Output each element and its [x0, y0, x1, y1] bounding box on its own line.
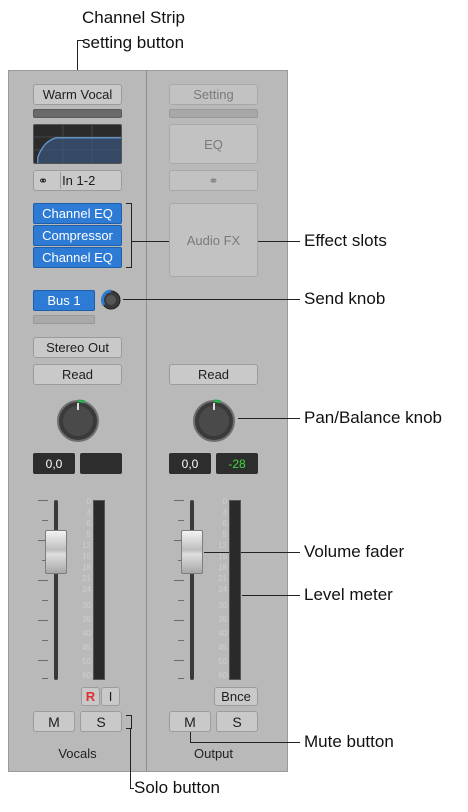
leader-line [190, 742, 300, 743]
output-volume-value[interactable]: 0,0 [169, 453, 211, 474]
volume-fader-track[interactable] [54, 500, 58, 680]
fader-scale-ticks [38, 500, 54, 680]
leader-line [242, 595, 300, 596]
effect-slot-3[interactable]: Channel EQ [33, 247, 122, 268]
leader-line [238, 418, 300, 419]
leader-line [77, 40, 83, 41]
fader-scale-ticks [174, 500, 190, 680]
callout-send-knob: Send knob [304, 289, 386, 308]
callout-pan-balance-knob: Pan/Balance knob [304, 408, 442, 427]
volume-value[interactable]: 0,0 [33, 453, 75, 474]
callout-effect-slots: Effect slots [304, 231, 387, 250]
knob-icon [100, 289, 121, 310]
output-level-meter [229, 500, 241, 680]
output-mute-button[interactable]: M [169, 711, 211, 732]
peak-value [80, 453, 122, 474]
output-gain-meter [169, 109, 258, 118]
effect-slots-bracket [126, 203, 132, 268]
eq-curve-icon [34, 125, 121, 163]
mute-button[interactable]: M [33, 711, 75, 732]
strip-divider [146, 70, 147, 772]
input-monitoring-button[interactable]: I [101, 687, 120, 706]
callout-solo-button: Solo button [134, 778, 221, 797]
input-label: In 1-2 [62, 173, 96, 188]
track-name[interactable]: Vocals [33, 746, 122, 761]
callout-channel-strip-setting-line2: setting button [82, 33, 185, 52]
link-icon: ⚭ [38, 173, 49, 188]
send-empty-slot[interactable] [33, 315, 95, 324]
pan-knob[interactable] [55, 398, 101, 444]
leader-line [130, 729, 131, 789]
output-fader-track[interactable] [190, 500, 194, 680]
output-audio-fx-slot[interactable]: Audio FX [169, 203, 258, 277]
output-slot[interactable]: Stereo Out [33, 337, 122, 358]
send-slot[interactable]: Bus 1 [33, 290, 95, 311]
record-enable-button[interactable]: R [81, 687, 100, 706]
meter-scale: 0 3 6 9 12 15 18 21 24 30 35 40 45 50 60 [82, 497, 91, 680]
knob-icon [57, 399, 99, 442]
input-divider [60, 172, 61, 189]
balance-knob[interactable] [191, 398, 237, 444]
output-peak-value: -28 [216, 453, 258, 474]
knob-icon [193, 399, 235, 442]
volume-fader-handle[interactable] [45, 530, 67, 574]
callout-volume-fader: Volume fader [304, 542, 405, 561]
channel-strip-setting-button[interactable]: Warm Vocal [33, 84, 122, 105]
gain-reduction-meter [33, 109, 122, 118]
output-eq-slot[interactable]: EQ [169, 124, 258, 164]
output-solo-button[interactable]: S [216, 711, 258, 732]
solo-bracket [126, 715, 132, 729]
leader-line [123, 299, 300, 300]
send-knob[interactable] [100, 289, 122, 311]
input-slot[interactable]: ⚭ In 1-2 [33, 170, 122, 191]
effect-slot-1[interactable]: Channel EQ [33, 203, 122, 224]
bounce-button[interactable]: Bnce [214, 687, 258, 706]
solo-button[interactable]: S [80, 711, 122, 732]
output-fader-handle[interactable] [181, 530, 203, 574]
callout-mute-button: Mute button [304, 732, 394, 751]
meter-scale: 0 3 6 9 12 15 18 21 24 30 35 40 45 50 60 [218, 497, 227, 680]
eq-thumbnail[interactable] [33, 124, 122, 164]
output-link-button[interactable]: ⚭ [169, 170, 258, 191]
automation-mode-button[interactable]: Read [33, 364, 122, 385]
output-setting-button[interactable]: Setting [169, 84, 258, 105]
callout-channel-strip-setting-line1: Channel Strip [82, 8, 186, 27]
output-track-name[interactable]: Output [169, 746, 258, 761]
callout-level-meter: Level meter [304, 585, 393, 604]
effect-slot-2[interactable]: Compressor [33, 225, 122, 246]
link-icon: ⚭ [208, 173, 219, 188]
level-meter [93, 500, 105, 680]
output-automation-mode-button[interactable]: Read [169, 364, 258, 385]
